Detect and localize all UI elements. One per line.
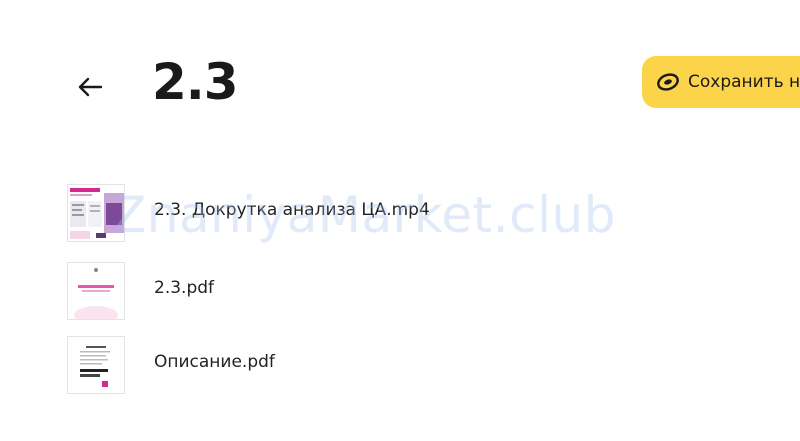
arrow-left-icon xyxy=(78,77,103,97)
save-button-label: Сохранить н xyxy=(688,72,800,92)
file-name: Описание.pdf xyxy=(154,352,275,372)
pdf-thumbnail-icon xyxy=(67,336,125,394)
file-item[interactable]: 2.3. Докрутка анализа ЦА.mp4 xyxy=(60,184,620,254)
save-to-disk-button[interactable]: Сохранить н xyxy=(642,56,800,108)
page-title: 2.3 xyxy=(152,53,239,111)
file-name: 2.3.pdf xyxy=(154,278,215,298)
pdf-thumbnail-icon xyxy=(67,262,125,320)
file-name: 2.3. Докрутка анализа ЦА.mp4 xyxy=(154,200,430,220)
file-item[interactable]: Описание.pdf xyxy=(60,336,620,406)
video-thumbnail-icon xyxy=(67,184,125,242)
disk-icon xyxy=(656,72,680,92)
back-button[interactable] xyxy=(68,67,112,107)
file-item[interactable]: 2.3.pdf xyxy=(60,262,620,332)
page-header: 2.3 Сохранить н xyxy=(0,0,800,150)
